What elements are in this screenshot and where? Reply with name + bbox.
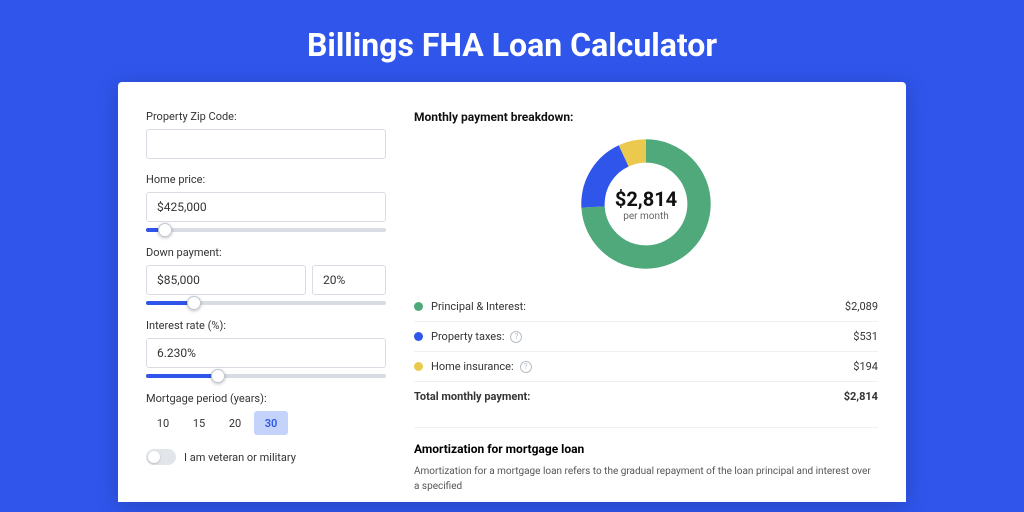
rate-slider-thumb[interactable] (211, 369, 225, 383)
amort-text: Amortization for a mortgage loan refers … (414, 464, 878, 494)
calculator-card: Property Zip Code: Home price: Down paym… (118, 82, 906, 502)
rate-field: Interest rate (%): (146, 319, 386, 378)
rate-label: Interest rate (%): (146, 319, 386, 332)
home-price-label: Home price: (146, 173, 386, 186)
down-label: Down payment: (146, 246, 386, 259)
period-btn-15[interactable]: 15 (182, 411, 216, 435)
down-slider-thumb[interactable] (187, 296, 201, 310)
donut-value: $2,814 (615, 187, 677, 211)
legend-label: Principal & Interest: (431, 300, 526, 313)
legend-value: $531 (853, 330, 878, 343)
total-label: Total monthly payment: (414, 390, 530, 403)
down-slider[interactable] (146, 301, 386, 305)
zip-label: Property Zip Code: (146, 110, 386, 123)
legend-value: $194 (853, 360, 878, 373)
breakdown-lines: Principal & Interest: $2,089 Property taxe… (414, 292, 878, 381)
home-price-slider[interactable] (146, 228, 386, 232)
veteran-toggle-knob (148, 451, 160, 463)
period-btn-30[interactable]: 30 (254, 411, 288, 435)
period-btn-10[interactable]: 10 (146, 411, 180, 435)
rate-input[interactable] (146, 338, 386, 368)
legend-dot (414, 332, 423, 341)
rate-slider-fill (146, 374, 218, 378)
legend-value: $2,089 (845, 300, 878, 313)
veteran-row: I am veteran or military (146, 449, 386, 465)
breakdown-panel: Monthly payment breakdown: $2,814 per mo… (414, 110, 878, 502)
amort-title: Amortization for mortgage loan (414, 442, 878, 456)
breakdown-total: Total monthly payment: $2,814 (414, 381, 878, 411)
page-title: Billings FHA Loan Calculator (0, 0, 1024, 82)
period-buttons: 10152030 (146, 411, 386, 435)
donut-sub: per month (623, 211, 669, 222)
donut-wrap: $2,814 per month (414, 134, 878, 274)
period-btn-20[interactable]: 20 (218, 411, 252, 435)
breakdown-title: Monthly payment breakdown: (414, 110, 878, 124)
period-field: Mortgage period (years): 10152030 (146, 392, 386, 435)
down-amount-input[interactable] (146, 265, 306, 295)
info-icon[interactable]: ? (520, 361, 532, 373)
period-label: Mortgage period (years): (146, 392, 386, 405)
legend-label: Home insurance: (431, 360, 514, 373)
home-price-slider-thumb[interactable] (158, 223, 172, 237)
total-value: $2,814 (844, 390, 878, 403)
donut-center: $2,814 per month (576, 134, 716, 274)
rate-slider[interactable] (146, 374, 386, 378)
donut-chart: $2,814 per month (576, 134, 716, 274)
home-price-field: Home price: (146, 173, 386, 232)
veteran-label: I am veteran or military (184, 451, 296, 464)
zip-field: Property Zip Code: (146, 110, 386, 159)
legend-dot (414, 302, 423, 311)
amortization-section: Amortization for mortgage loan Amortizat… (414, 427, 878, 494)
veteran-toggle[interactable] (146, 449, 176, 465)
breakdown-line-1: Property taxes:? $531 (414, 321, 878, 351)
legend-dot (414, 362, 423, 371)
info-icon[interactable]: ? (510, 331, 522, 343)
home-price-input[interactable] (146, 192, 386, 222)
breakdown-line-0: Principal & Interest: $2,089 (414, 292, 878, 321)
legend-label: Property taxes: (431, 330, 504, 343)
form-panel: Property Zip Code: Home price: Down paym… (146, 110, 386, 502)
breakdown-line-2: Home insurance:? $194 (414, 351, 878, 381)
down-percent-input[interactable] (312, 265, 386, 295)
down-payment-field: Down payment: (146, 246, 386, 305)
zip-input[interactable] (146, 129, 386, 159)
